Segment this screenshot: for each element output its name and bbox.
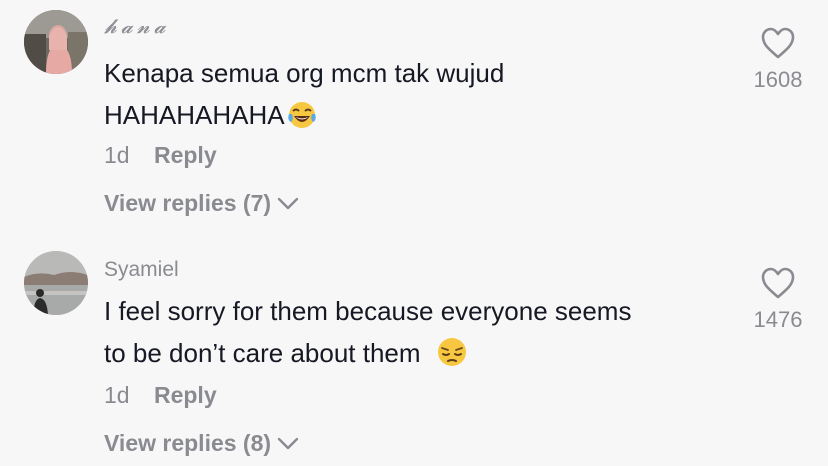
like-button[interactable]: 1476 xyxy=(748,266,808,333)
comment-age: 1d xyxy=(104,382,130,408)
view-replies-label: View replies (8) xyxy=(104,430,272,456)
comment-item: Syamiel I feel sorry for them because ev… xyxy=(0,240,828,466)
reply-button[interactable]: Reply xyxy=(154,382,217,408)
view-replies-button[interactable]: View replies (7) xyxy=(104,190,299,217)
comment-text: Kenapa semua org mcm tak wujud HAHAHAHAH… xyxy=(104,52,724,142)
avatar[interactable] xyxy=(24,251,88,315)
heart-outline-icon xyxy=(761,267,795,299)
heart-outline-icon xyxy=(761,27,795,59)
comment-item: 𝓱𝓪𝓷𝓪 Kenapa semua org mcm tak wujud HAHA… xyxy=(0,0,828,230)
chevron-down-icon xyxy=(277,197,299,209)
pensive-face-emoji xyxy=(436,336,468,380)
like-count: 1608 xyxy=(753,67,803,92)
comment-text-line: I feel sorry for them because everyone s… xyxy=(104,296,632,326)
comment-text-line: Kenapa semua org mcm tak wujud xyxy=(104,58,505,88)
tears-of-joy-emoji xyxy=(287,100,317,142)
reply-button[interactable]: Reply xyxy=(154,142,217,168)
comment-age: 1d xyxy=(104,142,130,168)
like-button[interactable]: 1608 xyxy=(748,26,808,93)
username[interactable]: Syamiel xyxy=(104,258,179,282)
username[interactable]: 𝓱𝓪𝓷𝓪 xyxy=(104,14,170,38)
comment-text-line: to be don’t care about them xyxy=(104,332,724,380)
avatar[interactable] xyxy=(24,10,88,74)
comment-text: I feel sorry for them because everyone s… xyxy=(104,290,724,380)
chevron-down-icon xyxy=(277,437,299,449)
view-replies-button[interactable]: View replies (8) xyxy=(104,430,299,457)
comment-meta: 1d Reply xyxy=(104,382,217,409)
comment-text-fragment: HAHAHAHAHA xyxy=(104,100,285,130)
like-count: 1476 xyxy=(753,307,803,332)
comment-meta: 1d Reply xyxy=(104,142,217,169)
comment-text-line: HAHAHAHAHA xyxy=(104,94,724,142)
comment-text-fragment: to be don’t care about them xyxy=(104,338,421,368)
view-replies-label: View replies (7) xyxy=(104,190,272,216)
